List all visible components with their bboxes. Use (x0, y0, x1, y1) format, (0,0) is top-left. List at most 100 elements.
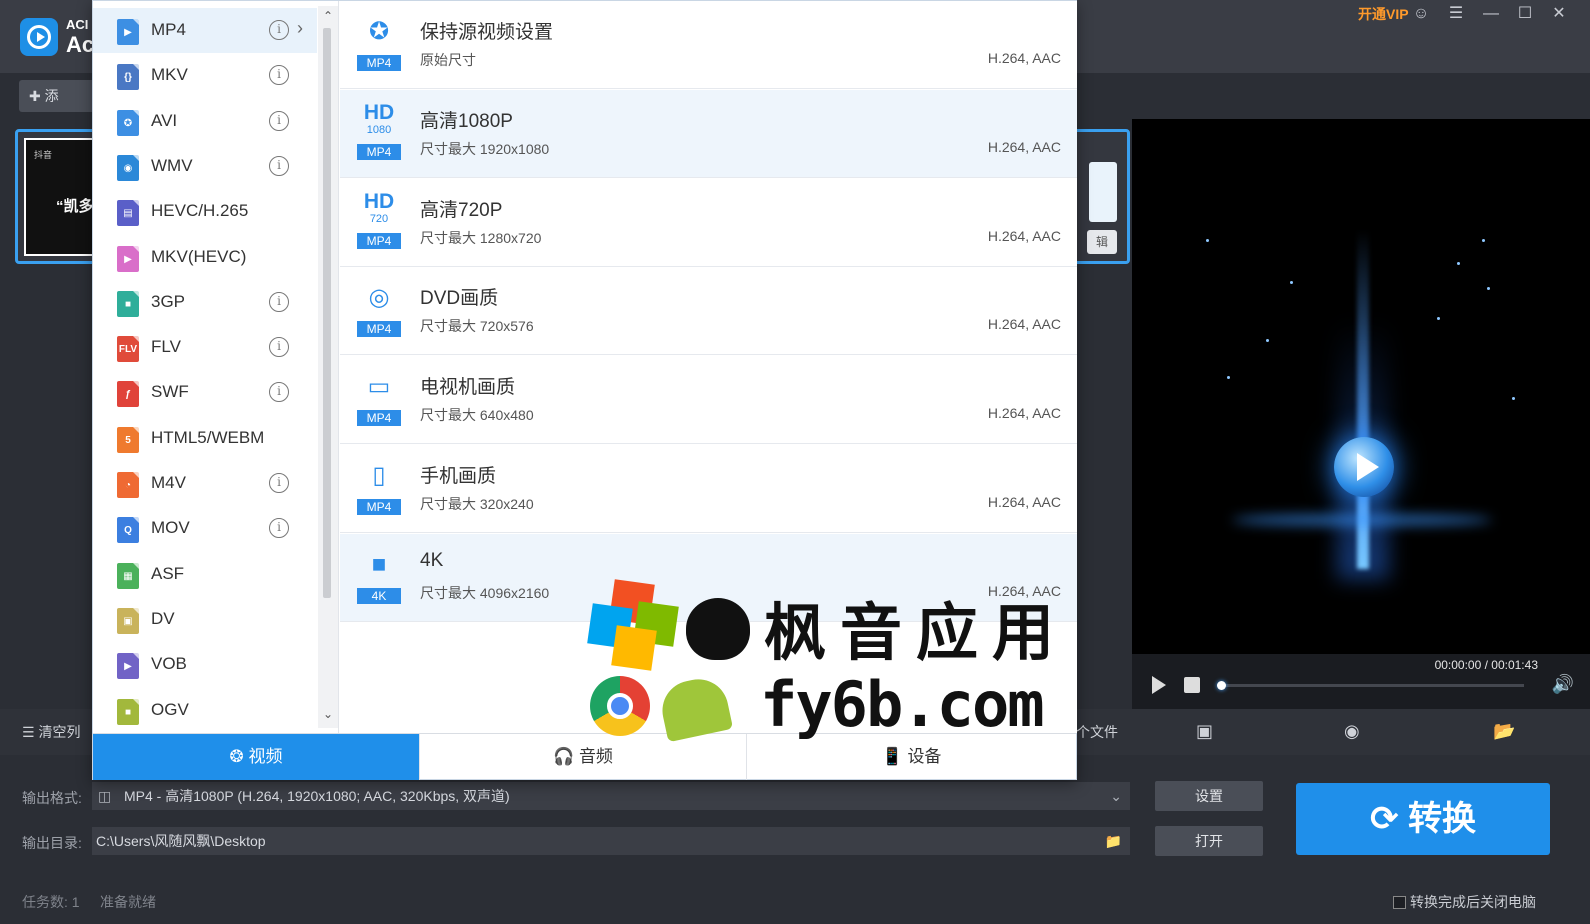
edit-button[interactable]: 辑 (1087, 230, 1117, 254)
convert-button[interactable]: ⟳ 转换 (1296, 783, 1550, 855)
fullscreen-icon[interactable]: ▣ (1196, 721, 1213, 742)
preset-icon: ▭ MP4 (357, 368, 401, 428)
thumbnail-caption: “凯多 (56, 198, 94, 215)
device-icon: 📱 (881, 747, 908, 766)
format-item-swf[interactable]: ƒ SWF i (93, 370, 317, 415)
scroll-thumb[interactable] (323, 28, 331, 598)
preset-item[interactable]: ◎ MP4 DVD画质 尺寸最大 720x576 H.264, AAC (340, 267, 1077, 356)
user-icon[interactable]: ☺ (1408, 2, 1434, 26)
volume-icon[interactable]: 🔊 (1552, 674, 1574, 695)
light-floor (1232, 514, 1492, 526)
output-dir-input[interactable]: C:\Users\风随风飘\Desktop 📁 (92, 827, 1130, 855)
card-settings-area[interactable] (1089, 162, 1117, 222)
info-icon[interactable]: i (269, 20, 289, 40)
folder-icon[interactable]: 📁 (1105, 827, 1122, 855)
preset-title: 保持源视频设置 (420, 22, 554, 43)
open-folder-icon[interactable]: 📂 (1493, 721, 1515, 742)
progress-slider[interactable] (1217, 681, 1524, 690)
tab-video[interactable]: ❂ 视频 (93, 734, 420, 780)
open-button[interactable]: 打开 (1155, 826, 1263, 856)
format-item-ogv[interactable]: ■ OGV (93, 688, 317, 733)
minimize-icon[interactable]: — (1478, 2, 1504, 26)
info-icon[interactable]: i (269, 473, 289, 493)
preset-icon: HD 1080 MP4 (357, 101, 401, 162)
info-icon[interactable]: i (269, 518, 289, 539)
stop-icon[interactable] (1184, 677, 1200, 693)
info-icon[interactable]: i (269, 155, 289, 176)
chrome-logo-icon (590, 676, 650, 736)
info-icon[interactable]: i (269, 382, 289, 403)
preset-item[interactable]: ▭ MP4 电视机画质 尺寸最大 640x480 H.264, AAC (340, 356, 1077, 445)
preset-title: 高清1080P (420, 110, 513, 132)
output-format-select[interactable]: ◫ MP4 - 高清1080P (H.264, 1920x1080; AAC, … (92, 782, 1130, 810)
format-item-3gp[interactable]: ■ 3GP i (93, 280, 317, 325)
info-icon[interactable]: i (269, 65, 289, 86)
format-name: HTML5/WEBM (151, 427, 265, 447)
format-item-mov[interactable]: Q MOV i (93, 506, 317, 551)
thumbnail-tag: 抖音 (34, 150, 53, 160)
shutdown-checkbox[interactable]: 转换完成后关闭电脑 (1393, 892, 1536, 912)
status-bar: 任务数: 1 准备就绪 转换完成后关闭电脑 (0, 885, 1590, 924)
format-name: SWF (151, 382, 189, 402)
format-item-mp4[interactable]: ▶ MP4 i › (93, 8, 317, 53)
preset-title: DVD画质 (420, 288, 499, 310)
format-name: MOV (151, 518, 190, 538)
format-item-vob[interactable]: ▶ VOB (93, 642, 317, 687)
preset-codec: H.264, AAC (987, 50, 1061, 66)
star-dot (1290, 281, 1293, 284)
preset-codec: H.264, AAC (987, 138, 1061, 155)
info-icon[interactable]: i (269, 110, 289, 131)
format-item-m4v[interactable]: ◔ M4V i (93, 461, 317, 506)
format-name: ASF (151, 563, 185, 583)
vip-link[interactable]: 开通VIP (1358, 4, 1409, 24)
site-watermark: 枫音应用 fy6b.com (587, 579, 1069, 743)
snapshot-icon[interactable]: ◉ (1344, 721, 1360, 742)
format-item-dv[interactable]: ▣ DV (93, 597, 317, 642)
close-icon[interactable]: ✕ (1546, 2, 1572, 26)
format-name: MKV (151, 65, 188, 85)
info-icon[interactable]: i (269, 291, 289, 312)
preset-icon: ▯ MP4 (357, 457, 401, 517)
preset-icon: ■ 4K (357, 546, 401, 606)
format-item-hevc-h-265[interactable]: ▤ HEVC/H.265 (93, 189, 317, 234)
app-name-line1: ACI (66, 17, 89, 32)
format-file-icon: ƒ (117, 381, 139, 408)
format-name: AVI (151, 110, 178, 130)
settings-button[interactable]: 设置 (1155, 781, 1263, 811)
watermark-cn: 枫音应用 (764, 596, 1069, 669)
preset-item[interactable]: HD 1080 MP4 高清1080P 尺寸最大 1920x1080 H.264, AAC (340, 89, 1077, 178)
star-dot (1457, 262, 1460, 265)
progress-knob[interactable] (1217, 681, 1226, 690)
format-item-mkv-hevc-[interactable]: ▶ MKV(HEVC) (93, 235, 317, 280)
preset-item[interactable]: HD 720 MP4 高清720P 尺寸最大 1280x720 H.264, AAC (340, 179, 1077, 267)
preset-title: 电视机画质 (420, 377, 516, 399)
menu-icon[interactable]: ☰ (1443, 2, 1469, 26)
preset-item[interactable]: ✪ MP4 保持源视频设置 原始尺寸 H.264, AAC (340, 1, 1077, 89)
chevron-down-icon[interactable]: ⌄ (1110, 782, 1122, 810)
play-icon[interactable] (1152, 676, 1166, 694)
info-icon[interactable]: i (269, 337, 289, 358)
maximize-icon[interactable]: ☐ (1512, 2, 1538, 26)
format-file-icon: {} (117, 64, 139, 91)
preview-play-icon[interactable] (1334, 437, 1394, 497)
format-item-wmv[interactable]: ◉ WMV i (93, 144, 317, 189)
preset-item[interactable]: ▯ MP4 手机画质 尺寸最大 320x240 H.264, AAC (340, 445, 1077, 533)
format-item-asf[interactable]: ▦ ASF (93, 552, 317, 597)
format-item-avi[interactable]: ✪ AVI i (93, 99, 317, 144)
chevron-right-icon: › (297, 18, 303, 38)
format-file-icon: ▶ (117, 19, 139, 45)
scroll-up-icon[interactable]: ⌃ (320, 8, 336, 24)
checkbox-icon[interactable] (1393, 896, 1406, 909)
preset-size: 尺寸最大 720x576 (420, 318, 534, 335)
format-item-flv[interactable]: FLV FLV i (93, 325, 317, 370)
format-name: WMV (151, 155, 193, 175)
tab-audio[interactable]: 🎧 音频 (420, 734, 747, 780)
scroll-down-icon[interactable]: ⌄ (320, 706, 336, 722)
format-file-icon: ▤ (117, 200, 139, 227)
format-scrollbar[interactable]: ⌃ ⌄ (318, 6, 338, 728)
format-item-html5-webm[interactable]: 5 HTML5/WEBM (93, 416, 317, 461)
format-item-mkv[interactable]: {} MKV i (93, 53, 317, 98)
star-dot (1437, 317, 1440, 320)
clear-list-button[interactable]: ☰ 清空列 (22, 722, 80, 742)
status-text: 准备就绪 (100, 894, 156, 910)
